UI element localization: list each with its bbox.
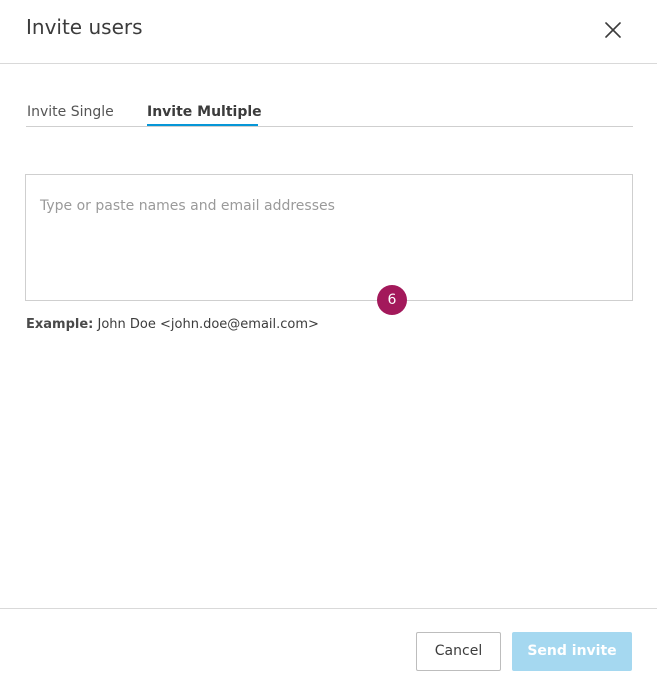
- dialog-title: Invite users: [26, 15, 143, 39]
- cancel-button[interactable]: Cancel: [416, 632, 501, 671]
- dialog-footer: Cancel Send invite: [0, 608, 657, 700]
- example-hint: Example: John Doe <john.doe@email.com>: [26, 316, 319, 334]
- send-invite-button[interactable]: Send invite: [512, 632, 632, 671]
- example-label: Example:: [26, 317, 94, 332]
- close-button[interactable]: [600, 17, 626, 43]
- names-emails-input[interactable]: [26, 175, 632, 300]
- example-value: John Doe <john.doe@email.com>: [97, 317, 319, 332]
- step-number-badge: 6: [377, 285, 407, 315]
- active-tab-indicator: [147, 124, 258, 126]
- tab-invite-single[interactable]: Invite Single: [27, 103, 114, 121]
- names-emails-field-container: [25, 174, 633, 301]
- tab-invite-multiple[interactable]: Invite Multiple: [147, 103, 262, 121]
- invite-users-dialog: Invite users Invite Single Invite Multip…: [0, 0, 657, 700]
- invite-tabs: Invite Single Invite Multiple: [26, 98, 633, 127]
- dialog-header: Invite users: [0, 0, 657, 64]
- close-icon: [605, 22, 621, 38]
